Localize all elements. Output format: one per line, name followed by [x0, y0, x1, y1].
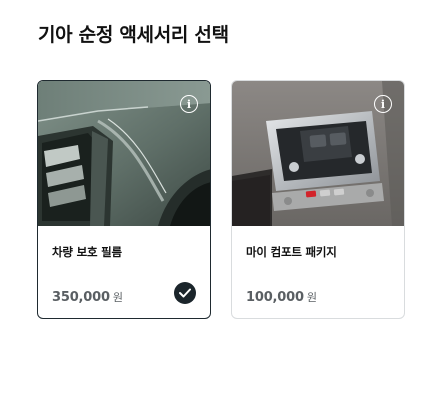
accessory-name: 차량 보호 필름 [52, 245, 122, 259]
accessory-card-comfort-package[interactable]: i 마이 컴포트 패키지 100,000 원 [231, 80, 405, 319]
price-currency: 원 [306, 291, 317, 304]
info-icon[interactable]: i [180, 95, 198, 113]
accessory-card-protection-film[interactable]: i 차량 보호 필름 350,000 원 [37, 80, 211, 319]
accessory-price: 100,000 원 [246, 289, 317, 305]
selected-check-icon [174, 282, 196, 304]
accessory-price: 350,000 원 [52, 289, 123, 305]
info-icon[interactable]: i [374, 95, 392, 113]
price-currency: 원 [112, 291, 123, 304]
price-value: 350,000 [52, 290, 110, 305]
accessory-name: 마이 컴포트 패키지 [246, 245, 337, 259]
page-title: 기아 순정 액세서리 선택 [38, 24, 229, 46]
price-value: 100,000 [246, 290, 304, 305]
